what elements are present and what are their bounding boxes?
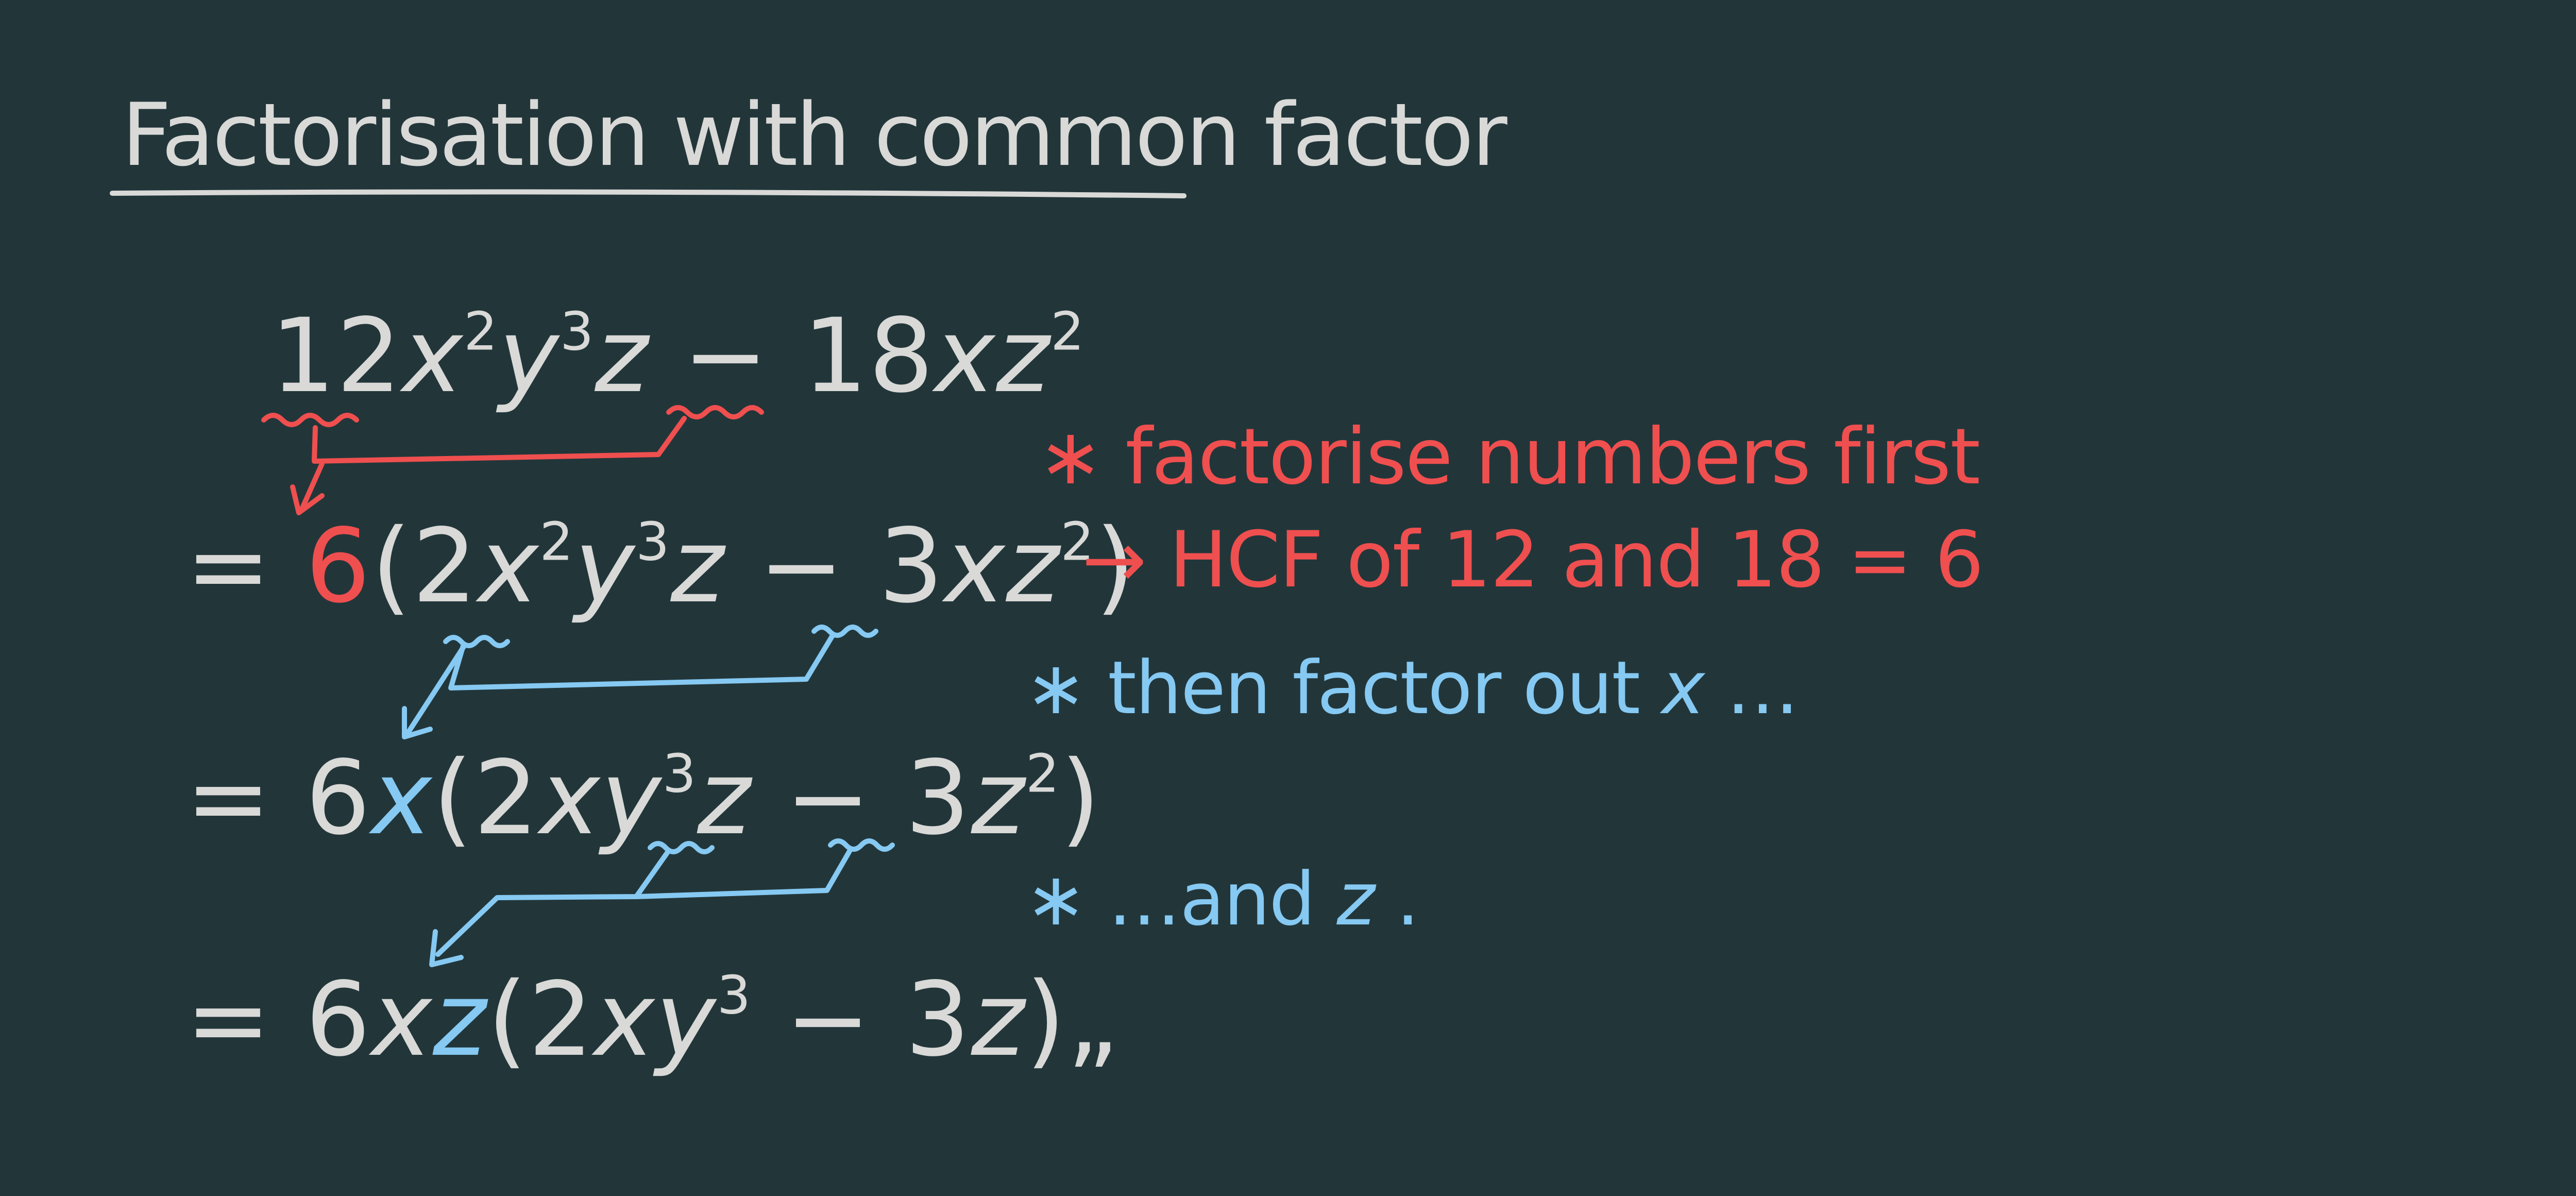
close-paren: )	[1060, 738, 1101, 857]
var-x: x	[478, 507, 540, 626]
squiggle-under-x-2	[811, 625, 878, 638]
expression-step-1: = 6(2x2y3z − 3xz2)	[185, 515, 1136, 617]
arrow-right-icon: →	[1082, 515, 1147, 605]
open-paren: (	[433, 738, 474, 857]
var-x: x	[402, 296, 464, 415]
open-paren: (	[487, 960, 529, 1079]
note-and-z: ∗ …and z .	[1025, 863, 1419, 936]
note-factorise-numbers: ∗ factorise numbers first	[1038, 418, 1980, 496]
title-underline	[110, 189, 1187, 198]
var-y: y	[574, 507, 636, 626]
coefficient-18: 18	[803, 296, 935, 415]
note-var-x: x	[1662, 646, 1705, 731]
blue-arrow-shaft-1	[404, 644, 466, 737]
exp-2: 2	[464, 300, 499, 363]
var-xy: xy	[539, 738, 663, 857]
exp-2b: 2	[1050, 300, 1086, 363]
note-hcf: → HCF of 12 and 18 = 6	[1082, 521, 1984, 599]
chalkboard: Factorisation with common factor 12x2y3z…	[0, 0, 2576, 1196]
squiggle-under-12	[261, 413, 359, 427]
expression-final: = 6xz(2xy3 − 3z)„	[185, 969, 1121, 1071]
var-z-2: z	[971, 738, 1026, 857]
note-text: HCF of 12 and 18 = 6	[1169, 515, 1984, 605]
var-z: z	[697, 738, 752, 857]
factor-6: 6	[305, 960, 371, 1079]
note-factor-out-x: ∗ then factor out x …	[1025, 652, 1799, 725]
exp-3: 3	[717, 964, 752, 1026]
coefficient-3: 3	[878, 507, 945, 626]
note-var-z: z	[1336, 857, 1375, 942]
factor-x: x	[371, 738, 433, 857]
note-text: …and	[1108, 857, 1315, 942]
note-text: then factor out	[1108, 646, 1640, 731]
squiggle-under-x-1	[443, 635, 510, 648]
asterisk-icon: ∗	[1025, 646, 1087, 731]
blue-connector-line-2	[435, 850, 670, 957]
blue-connector-line-1	[448, 634, 835, 690]
factor-6: 6	[305, 507, 371, 626]
minus-sign: −	[725, 507, 879, 626]
var-xz: xz	[935, 296, 1051, 415]
coefficient-3: 3	[905, 738, 971, 857]
note-text: factorise numbers first	[1125, 412, 1980, 502]
blue-arrowhead-icon-1	[402, 706, 433, 739]
minus-sign: −	[649, 296, 803, 415]
coefficient-12: 12	[270, 296, 402, 415]
red-arrow-shaft	[299, 461, 325, 513]
asterisk-icon: ∗	[1025, 857, 1087, 942]
red-connector-line	[312, 416, 687, 464]
coefficient-2: 2	[412, 507, 479, 626]
exp-2: 2	[1025, 743, 1061, 805]
var-z: z	[971, 960, 1026, 1079]
minus-sign: −	[752, 738, 905, 857]
factor-6: 6	[305, 738, 371, 857]
exp-3: 3	[560, 300, 595, 363]
period: .	[1374, 857, 1419, 942]
open-paren: (	[371, 507, 413, 626]
var-xz: xz	[944, 507, 1061, 626]
title: Factorisation with common factor	[122, 85, 1507, 186]
equals-sign: =	[185, 960, 272, 1079]
ellipsis: …	[1704, 646, 1799, 731]
minus-sign: −	[752, 960, 905, 1079]
exp-2: 2	[539, 511, 574, 573]
final-answer-mark: „	[1066, 960, 1121, 1079]
var-z: z	[670, 507, 725, 626]
equals-sign: =	[185, 738, 272, 857]
coefficient-2: 2	[528, 960, 595, 1079]
coefficient-2: 2	[473, 738, 540, 857]
factor-x: x	[371, 960, 433, 1079]
exp-3: 3	[662, 743, 698, 805]
coefficient-3: 3	[905, 960, 971, 1079]
asterisk-icon: ∗	[1038, 412, 1103, 502]
var-y: y	[498, 296, 560, 415]
equals-sign: =	[185, 507, 272, 626]
expression-step-2: = 6x(2xy3z − 3z2)	[185, 747, 1101, 849]
exp-3: 3	[635, 511, 671, 573]
var-xy: xy	[594, 960, 717, 1079]
var-z: z	[595, 296, 650, 415]
factor-z: z	[433, 960, 487, 1079]
close-paren: )	[1025, 960, 1067, 1079]
expression-original: 12x2y3z − 18xz2	[270, 305, 1086, 407]
